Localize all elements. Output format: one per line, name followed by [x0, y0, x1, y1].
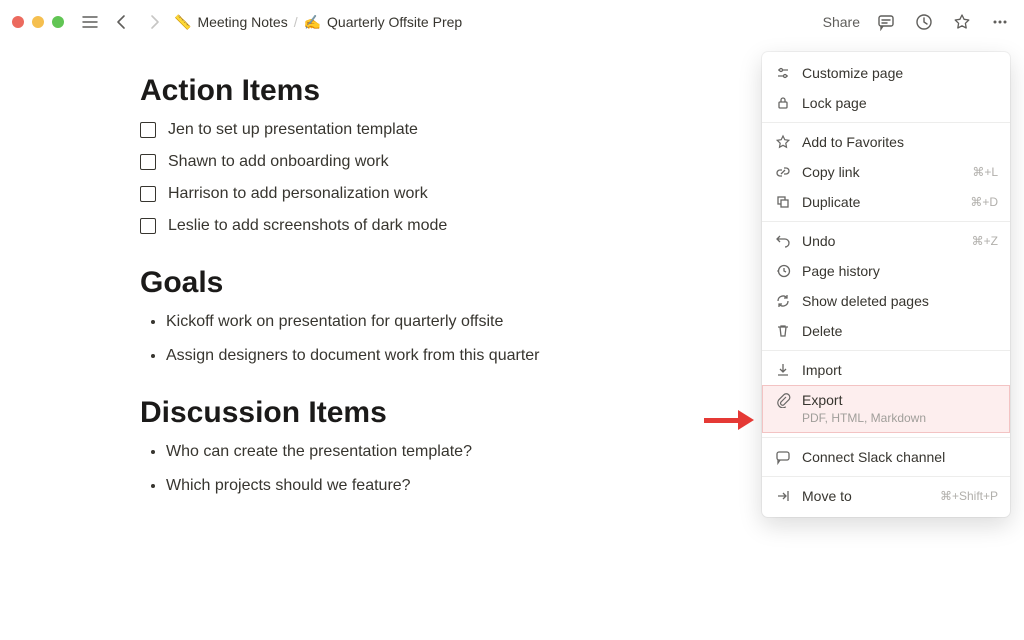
- heading-discussion[interactable]: Discussion Items: [140, 396, 680, 430]
- bullet-item[interactable]: Which projects should we feature?: [166, 474, 680, 498]
- bullet-item[interactable]: Kickoff work on presentation for quarter…: [166, 310, 680, 334]
- menu-item-copy-link[interactable]: Copy link ⌘+L: [762, 157, 1010, 187]
- menu-item-duplicate[interactable]: Duplicate ⌘+D: [762, 187, 1010, 217]
- menu-shortcut: ⌘+L: [972, 165, 998, 179]
- menu-label: Connect Slack channel: [802, 449, 998, 465]
- window-minimize-button[interactable]: [32, 16, 44, 28]
- menu-label: Move to: [802, 488, 930, 504]
- discussion-list: Who can create the presentation template…: [140, 440, 680, 498]
- menu-label: Copy link: [802, 164, 962, 180]
- annotation-arrow: [704, 410, 754, 430]
- menu-item-export[interactable]: Export PDF, HTML, Markdown: [762, 385, 1010, 433]
- paperclip-icon: [774, 391, 792, 409]
- nav-back-button[interactable]: [110, 10, 134, 34]
- menu-label: Show deleted pages: [802, 293, 998, 309]
- breadcrumb-current-icon: ✍️: [304, 14, 321, 31]
- breadcrumb-current[interactable]: ✍️ Quarterly Offsite Prep: [304, 14, 463, 31]
- checklist-item[interactable]: Jen to set up presentation template: [140, 118, 680, 142]
- lock-icon: [774, 94, 792, 112]
- star-icon: [774, 133, 792, 151]
- menu-label: Import: [802, 362, 998, 378]
- duplicate-icon: [774, 193, 792, 211]
- menu-divider: [762, 437, 1010, 438]
- refresh-icon: [774, 292, 792, 310]
- page-options-menu: Customize page Lock page Add to Favorite…: [762, 52, 1010, 517]
- menu-item-move-to[interactable]: Move to ⌘+Shift+P: [762, 481, 1010, 511]
- menu-label: Undo: [802, 233, 962, 249]
- hamburger-menu-icon[interactable]: [78, 10, 102, 34]
- window-close-button[interactable]: [12, 16, 24, 28]
- menu-shortcut: ⌘+D: [970, 195, 998, 209]
- menu-item-connect-slack[interactable]: Connect Slack channel: [762, 442, 1010, 472]
- menu-label: Delete: [802, 323, 998, 339]
- checklist-text: Harrison to add personalization work: [168, 182, 428, 206]
- menu-divider: [762, 122, 1010, 123]
- trash-icon: [774, 322, 792, 340]
- traffic-lights: [12, 16, 64, 28]
- undo-icon: [774, 232, 792, 250]
- history-icon: [774, 262, 792, 280]
- menu-item-undo[interactable]: Undo ⌘+Z: [762, 226, 1010, 256]
- checkbox-icon[interactable]: [140, 218, 156, 234]
- menu-label: Customize page: [802, 65, 998, 81]
- menu-label: Add to Favorites: [802, 134, 998, 150]
- import-icon: [774, 361, 792, 379]
- sliders-icon: [774, 64, 792, 82]
- window-maximize-button[interactable]: [52, 16, 64, 28]
- checkbox-icon[interactable]: [140, 154, 156, 170]
- breadcrumb-separator: /: [294, 14, 298, 30]
- menu-shortcut: ⌘+Shift+P: [940, 489, 998, 503]
- checklist-item[interactable]: Shawn to add onboarding work: [140, 150, 680, 174]
- menu-item-show-deleted[interactable]: Show deleted pages: [762, 286, 1010, 316]
- menu-divider: [762, 476, 1010, 477]
- favorite-star-icon[interactable]: [950, 10, 974, 34]
- checklist-text: Shawn to add onboarding work: [168, 150, 389, 174]
- topbar: 📏 Meeting Notes / ✍️ Quarterly Offsite P…: [0, 0, 1024, 44]
- menu-label: Export: [802, 392, 998, 408]
- menu-item-import[interactable]: Import: [762, 355, 1010, 385]
- checklist-item[interactable]: Harrison to add personalization work: [140, 182, 680, 206]
- breadcrumb-parent[interactable]: 📏 Meeting Notes: [174, 14, 288, 31]
- menu-item-lock-page[interactable]: Lock page: [762, 88, 1010, 118]
- chat-icon: [774, 448, 792, 466]
- checklist-text: Leslie to add screenshots of dark mode: [168, 214, 447, 238]
- nav-forward-button[interactable]: [142, 10, 166, 34]
- page-content: Action Items Jen to set up presentation …: [0, 44, 680, 498]
- menu-sublabel: PDF, HTML, Markdown: [802, 411, 926, 425]
- checklist-item[interactable]: Leslie to add screenshots of dark mode: [140, 214, 680, 238]
- breadcrumb-parent-label: Meeting Notes: [197, 14, 287, 30]
- comments-icon[interactable]: [874, 10, 898, 34]
- heading-goals[interactable]: Goals: [140, 266, 680, 300]
- updates-clock-icon[interactable]: [912, 10, 936, 34]
- checklist-text: Jen to set up presentation template: [168, 118, 418, 142]
- menu-divider: [762, 350, 1010, 351]
- menu-label: Lock page: [802, 95, 998, 111]
- goals-list: Kickoff work on presentation for quarter…: [140, 310, 680, 368]
- action-items-list: Jen to set up presentation template Shaw…: [140, 118, 680, 238]
- menu-shortcut: ⌘+Z: [972, 234, 998, 248]
- move-to-icon: [774, 487, 792, 505]
- topbar-actions: Share: [823, 10, 1012, 34]
- menu-label: Duplicate: [802, 194, 960, 210]
- heading-action-items[interactable]: Action Items: [140, 74, 680, 108]
- checkbox-icon[interactable]: [140, 186, 156, 202]
- share-button[interactable]: Share: [823, 14, 860, 30]
- bullet-item[interactable]: Who can create the presentation template…: [166, 440, 680, 464]
- menu-item-page-history[interactable]: Page history: [762, 256, 1010, 286]
- breadcrumb: 📏 Meeting Notes / ✍️ Quarterly Offsite P…: [174, 14, 815, 31]
- breadcrumb-current-label: Quarterly Offsite Prep: [327, 14, 462, 30]
- checkbox-icon[interactable]: [140, 122, 156, 138]
- breadcrumb-parent-icon: 📏: [174, 14, 191, 31]
- bullet-item[interactable]: Assign designers to document work from t…: [166, 344, 680, 368]
- menu-divider: [762, 221, 1010, 222]
- menu-item-customize-page[interactable]: Customize page: [762, 58, 1010, 88]
- menu-item-delete[interactable]: Delete: [762, 316, 1010, 346]
- link-icon: [774, 163, 792, 181]
- more-options-icon[interactable]: [988, 10, 1012, 34]
- menu-item-favorites[interactable]: Add to Favorites: [762, 127, 1010, 157]
- menu-label: Page history: [802, 263, 998, 279]
